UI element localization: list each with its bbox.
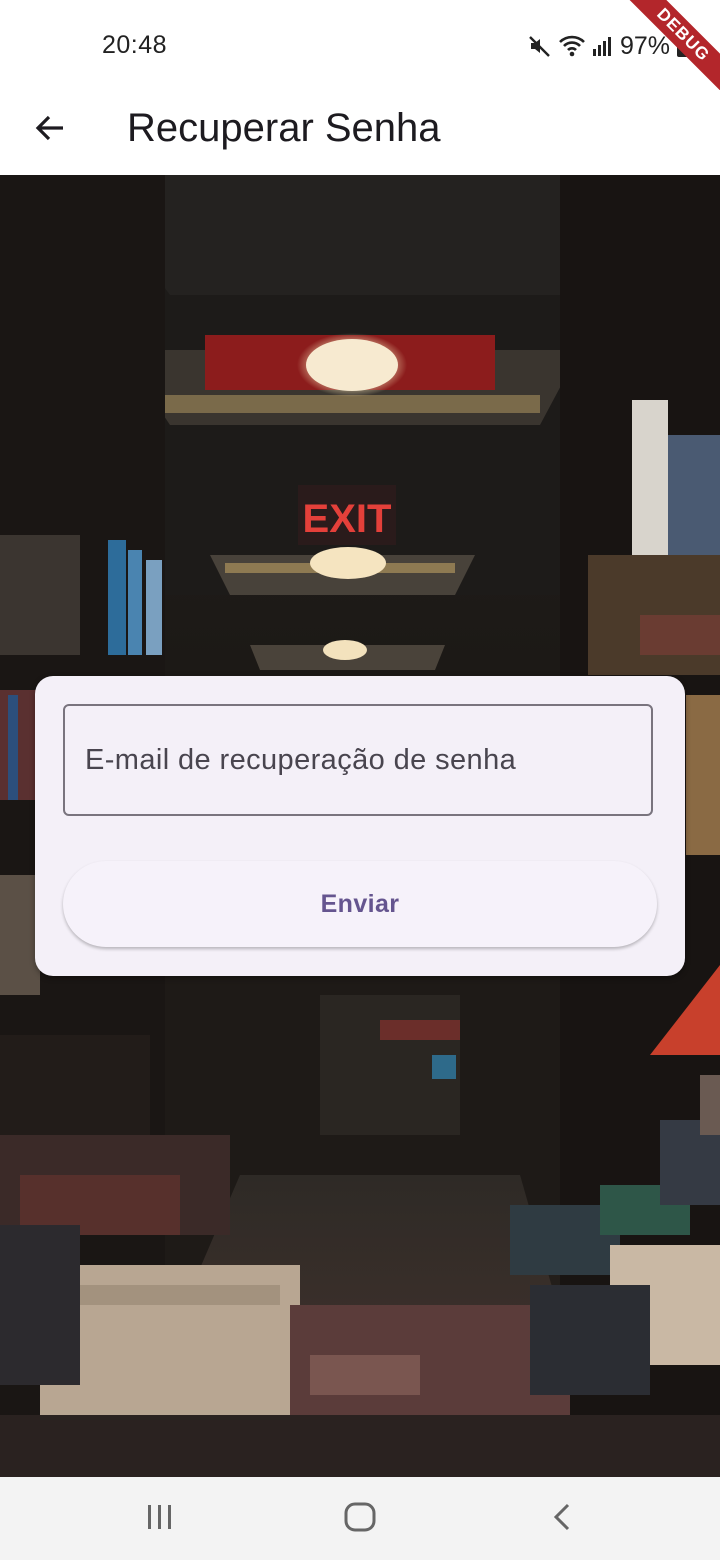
recovery-card: Enviar [35,676,685,976]
mute-icon [528,34,552,58]
back-icon [552,1502,572,1537]
email-field[interactable] [63,704,653,816]
send-button[interactable]: Enviar [63,861,657,947]
arrow-back-icon [34,112,66,149]
svg-text:EXIT: EXIT [303,497,392,541]
system-nav-bar [0,1477,720,1560]
app-bar: Recuperar Senha [0,90,720,175]
signal-icon [592,35,614,57]
email-input[interactable] [65,706,651,814]
recent-apps-button[interactable] [130,1499,190,1539]
wifi-icon [558,34,586,58]
back-button[interactable] [22,102,78,158]
status-time: 20:48 [102,31,168,59]
screen: 20:48 97% DEBUG Recuperar Senha EXIT E-m… [0,0,720,1560]
nav-back-button[interactable] [532,1499,592,1539]
page-title: Recuperar Senha [127,106,441,150]
home-icon [344,1502,376,1537]
recent-apps-icon [145,1503,175,1536]
battery-percent: 97% [619,31,670,60]
home-button[interactable] [330,1499,390,1539]
status-bar: 20:48 97% DEBUG [0,0,720,98]
